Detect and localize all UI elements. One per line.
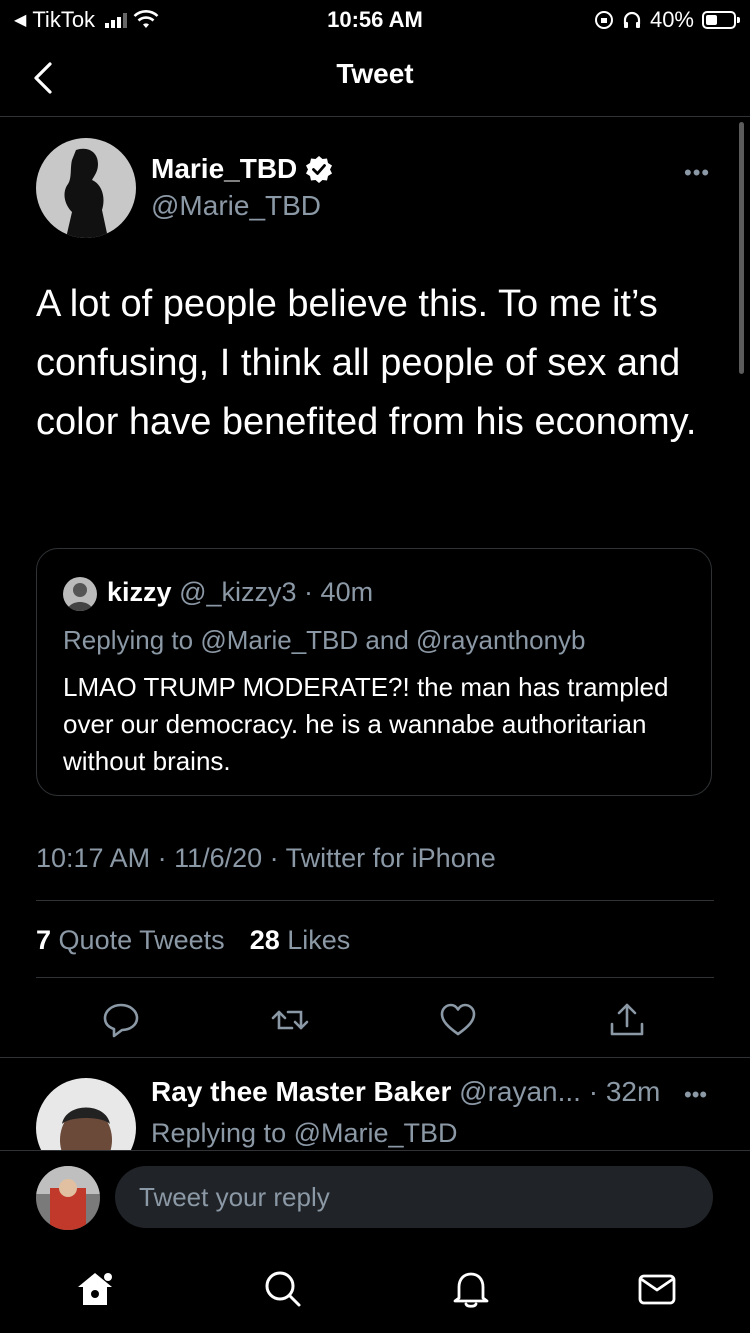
reply-author-name: Ray thee Master Baker — [151, 1076, 452, 1107]
quote-author-name: kizzy — [107, 577, 172, 607]
divider — [36, 977, 714, 978]
like-count: 28 — [249, 925, 280, 955]
quote-avatar — [63, 577, 97, 611]
quoted-tweet[interactable]: kizzy @_kizzy3 · 40m Replying to @Marie_… — [36, 548, 712, 796]
reply-author-handle: @rayan... — [459, 1076, 581, 1107]
quote-replying-to[interactable]: @Marie_TBD and @rayanthonyb — [200, 625, 585, 655]
reply-input-placeholder: Tweet your reply — [139, 1182, 330, 1212]
tweet-text: A lot of people believe this. To me it’s… — [36, 283, 697, 443]
share-icon[interactable] — [607, 1000, 647, 1040]
divider — [0, 1150, 750, 1151]
quote-tweet-count: 7 — [36, 925, 52, 955]
tweet-timestamp: 10:17 AM · 11/6/20 · Twitter for iPhone — [36, 843, 496, 873]
bottom-tab-bar — [0, 1240, 750, 1333]
reply-author-avatar[interactable] — [36, 1078, 136, 1150]
author-handle[interactable]: @Marie_TBD — [151, 190, 321, 222]
divider — [36, 900, 714, 901]
quote-tweets-link[interactable]: 7 Quote Tweets — [36, 925, 232, 955]
reply-replying-label: Replying to — [151, 1118, 294, 1148]
nav-header: Tweet — [0, 40, 750, 117]
reply-more-icon[interactable]: ••• — [684, 1082, 707, 1108]
reply-time: · 32m — [588, 1076, 661, 1107]
home-icon[interactable] — [74, 1268, 116, 1310]
user-avatar[interactable] — [36, 1166, 100, 1230]
more-horizontal-icon[interactable]: ••• — [684, 160, 710, 186]
reply-input[interactable]: Tweet your reply — [115, 1166, 713, 1228]
headphones-icon — [623, 11, 641, 28]
likes-link[interactable]: 28 Likes — [250, 925, 351, 955]
quote-tweet-label: Quote Tweets — [58, 925, 225, 955]
quote-text: LMAO TRUMP MODERATE?! the man has trampl… — [63, 672, 669, 776]
battery-percent: 40% — [649, 7, 694, 32]
quote-replying-line: Replying to @Marie_TBD and @rayanthonyb — [63, 625, 586, 656]
scroll-indicator — [739, 122, 744, 374]
reply-replying-to[interactable]: @Marie_TBD — [294, 1118, 458, 1148]
battery-icon — [702, 11, 740, 29]
quote-replying-label: Replying to — [63, 625, 201, 655]
orientation-lock-icon — [594, 11, 613, 29]
search-icon[interactable] — [262, 1268, 304, 1310]
verified-badge-icon — [306, 156, 333, 183]
reply-tweet[interactable]: Ray thee Master Baker @rayan... · 32m ••… — [0, 1058, 750, 1150]
author-name[interactable]: Marie_TBD — [151, 153, 333, 185]
page-title: Tweet — [336, 58, 414, 89]
heart-icon[interactable] — [438, 1000, 478, 1040]
tweet-stats: 7 Quote Tweets 28 Likes — [36, 925, 350, 956]
bell-icon[interactable] — [450, 1268, 492, 1310]
reply-icon[interactable] — [101, 1000, 141, 1040]
author-display-name: Marie_TBD — [151, 153, 298, 184]
author-avatar[interactable] — [36, 138, 136, 238]
retweet-icon[interactable] — [270, 1000, 310, 1040]
mail-icon[interactable] — [636, 1268, 678, 1310]
like-label: Likes — [287, 925, 351, 955]
quote-time: 40m — [320, 577, 374, 607]
quote-author-handle: @_kizzy3 — [179, 577, 297, 607]
reply-replying-line: Replying to @Marie_TBD — [151, 1118, 458, 1149]
status-bar: ◀ TikTok 10:56 AM 40% — [0, 0, 750, 38]
